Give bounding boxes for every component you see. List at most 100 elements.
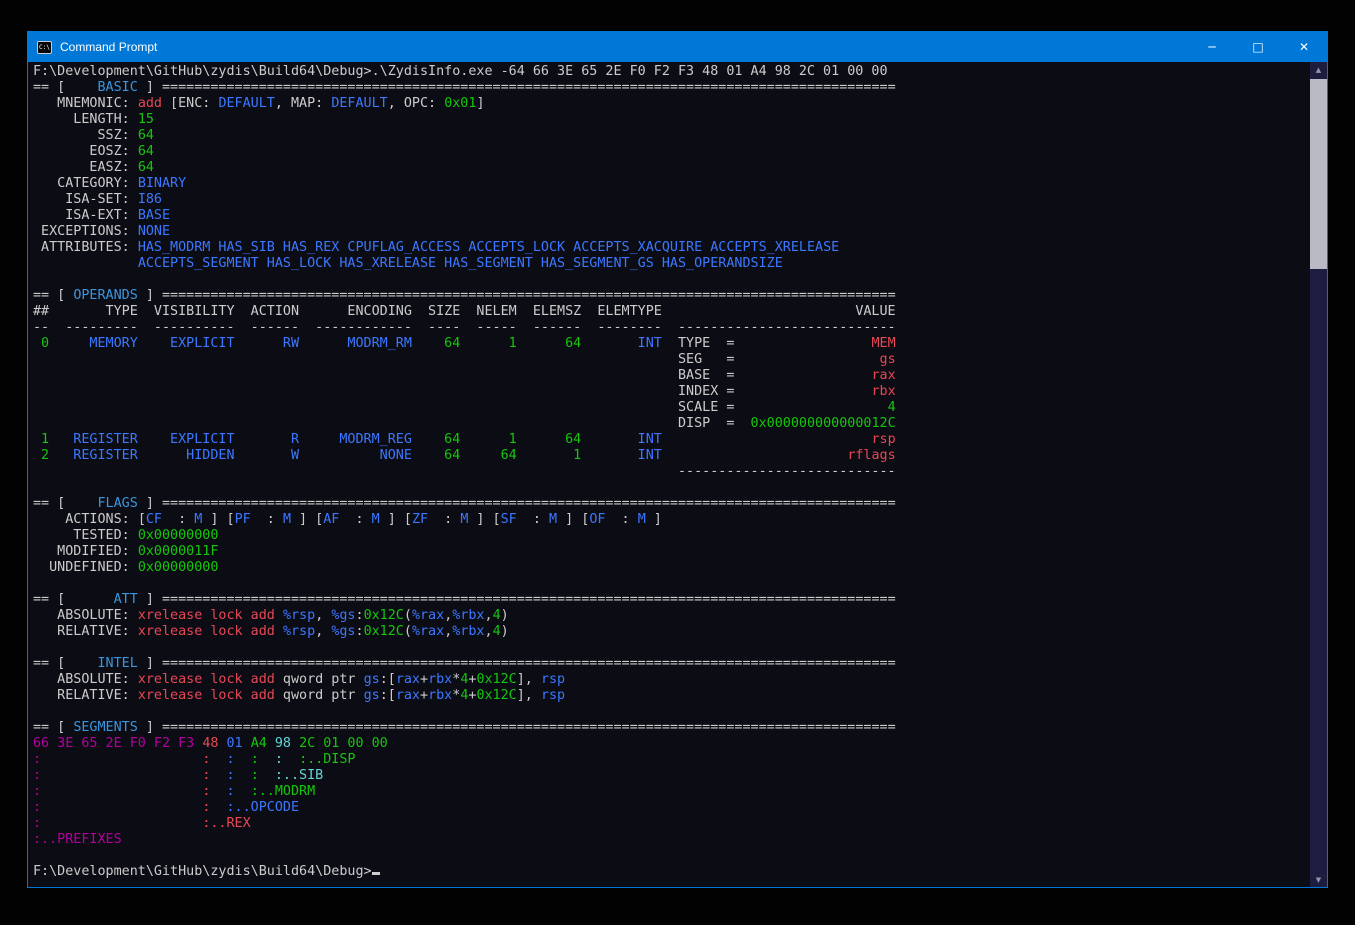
terminal-line: RELATIVE: xrelease lock add %rsp, %gs:0x…: [33, 624, 1310, 640]
terminal-text-segment: BASE =: [678, 368, 734, 383]
maximize-icon: □: [1252, 40, 1263, 54]
terminal-line: [33, 576, 1310, 592]
terminal-text-segment: 64: [138, 128, 154, 143]
terminal-text-segment: DEFAULT: [331, 96, 387, 111]
scroll-down-button[interactable]: ▼: [1310, 872, 1327, 887]
minimize-button[interactable]: ─: [1189, 32, 1235, 62]
terminal-text-segment: [210, 768, 226, 783]
terminal-line: TESTED: 0x00000000: [33, 528, 1310, 544]
maximize-button[interactable]: □: [1235, 32, 1281, 62]
terminal-text-segment: 64: [428, 432, 460, 447]
terminal-text-segment: [41, 752, 202, 767]
terminal-text-segment: [734, 336, 871, 351]
terminal-text-segment: EXCEPTIONS:: [33, 224, 138, 239]
terminal-text-segment: [267, 736, 275, 751]
terminal-text-segment: [41, 816, 202, 831]
terminal-text-segment: OF: [589, 512, 605, 527]
terminal-text-segment: INT: [597, 432, 662, 447]
terminal-text-segment: DISP =: [678, 416, 751, 431]
terminal-text-segment: [41, 768, 202, 783]
terminal-text-segment: M: [372, 512, 380, 527]
scrollbar-thumb[interactable]: [1310, 79, 1327, 269]
terminal-text-segment: rbx: [871, 384, 895, 399]
terminal-text-segment: [235, 336, 251, 351]
terminal-text-segment: FLAGS: [73, 496, 138, 511]
terminal-text-segment: RELATIVE:: [33, 624, 138, 639]
terminal-text-segment: 1: [33, 432, 49, 447]
terminal-text-segment: [299, 336, 315, 351]
terminal-text-segment: :: [251, 752, 259, 767]
terminal-line: == [ FLAGS ] ===========================…: [33, 496, 1310, 512]
terminal-line: == [ INTEL ] ===========================…: [33, 656, 1310, 672]
terminal-text-segment: == [: [33, 496, 73, 511]
terminal-text-segment: ] [: [380, 512, 412, 527]
terminal-text-segment: ========================================…: [162, 656, 896, 671]
terminal-text-segment: 15: [138, 112, 154, 127]
terminal-text-segment: [33, 368, 678, 383]
terminal-text-segment: , OPC:: [388, 96, 444, 111]
terminal-text-segment: ]: [476, 96, 484, 111]
terminal-text-segment: DEFAULT: [218, 96, 274, 111]
terminal-text-segment: REGISTER: [65, 448, 138, 463]
terminal-text-segment: 4: [888, 400, 896, 415]
terminal-text-segment: AF: [323, 512, 339, 527]
terminal-text-segment: [412, 336, 428, 351]
terminal-text-segment: :: [227, 784, 235, 799]
terminal-text-segment: [33, 352, 678, 367]
terminal-line: ATTRIBUTES: HAS_MODRM HAS_SIB HAS_REX CP…: [33, 240, 1310, 256]
terminal-text-segment: xrelease lock add: [138, 608, 275, 623]
terminal-text-segment: :[: [380, 672, 396, 687]
close-icon: ✕: [1299, 40, 1309, 54]
terminal-line: 2 REGISTER HIDDEN W NONE 64 64 1 INT rfl…: [33, 448, 1310, 464]
terminal-text-segment: OPERANDS: [73, 288, 138, 303]
terminal-text-segment: :: [251, 768, 259, 783]
terminal-text-segment: EASZ:: [33, 160, 138, 175]
terminal-text-segment: 64: [138, 144, 154, 159]
terminal-text-segment: (: [404, 624, 412, 639]
terminal-line: ABSOLUTE: xrelease lock add %rsp, %gs:0x…: [33, 608, 1310, 624]
command-prompt-window: C:\ Command Prompt ─ □ ✕ F:\Development\…: [27, 31, 1328, 888]
terminal-text-segment: RELATIVE:: [33, 688, 138, 703]
terminal-text-segment: xrelease lock add: [138, 672, 275, 687]
terminal-text-segment: :: [33, 768, 41, 783]
terminal-text-segment: 64: [428, 448, 460, 463]
terminal-text-segment: ========================================…: [162, 496, 896, 511]
terminal-text-segment: (: [404, 608, 412, 623]
terminal-text-segment: [49, 432, 65, 447]
terminal-text-segment: SEG =: [678, 352, 734, 367]
terminal-text-segment: HAS_MODRM HAS_SIB HAS_REX CPUFLAG_ACCESS…: [138, 240, 839, 255]
terminal-text-segment: add: [138, 96, 162, 111]
terminal-text-segment: :: [275, 752, 283, 767]
terminal-text-segment: [235, 768, 251, 783]
terminal-text-segment: ],: [517, 688, 541, 703]
terminal-text-segment: BINARY: [138, 176, 186, 191]
terminal-text-segment: gs: [364, 688, 380, 703]
terminal-text-segment: [662, 448, 847, 463]
terminal-line: SCALE = 4: [33, 400, 1310, 416]
terminal-text-segment: 66 3E 65 2E F0 F2 F3: [33, 736, 194, 751]
terminal-text-segment: %rbx: [452, 608, 484, 623]
title-bar[interactable]: C:\ Command Prompt ─ □ ✕: [28, 32, 1327, 62]
terminal-text-segment: [235, 784, 251, 799]
terminal-output[interactable]: F:\Development\GitHub\zydis\Build64\Debu…: [28, 62, 1310, 887]
terminal-line: SEG = gs: [33, 352, 1310, 368]
terminal-text-segment: ] [: [468, 512, 500, 527]
terminal-text-segment: [734, 352, 879, 367]
terminal-text-segment: gs: [880, 352, 896, 367]
terminal-text-segment: [517, 336, 533, 351]
terminal-text-segment: 4: [493, 608, 501, 623]
close-button[interactable]: ✕: [1281, 32, 1327, 62]
terminal-text-segment: F:\Development\GitHub\zydis\Build64\Debu…: [33, 864, 372, 879]
scroll-up-button[interactable]: ▲: [1310, 62, 1327, 77]
terminal-text-segment: xrelease lock add: [138, 688, 275, 703]
terminal-text-segment: 48: [202, 736, 218, 751]
terminal-line: [33, 640, 1310, 656]
terminal-line: ACCEPTS_SEGMENT HAS_LOCK HAS_XRELEASE HA…: [33, 256, 1310, 272]
terminal-text-segment: qword ptr: [275, 688, 364, 703]
scrollbar-track[interactable]: [1310, 77, 1327, 872]
terminal-text-segment: [33, 464, 678, 479]
scroll-down-icon: ▼: [1316, 876, 1321, 884]
terminal-text-segment: [235, 752, 251, 767]
terminal-text-segment: NONE: [138, 224, 170, 239]
terminal-text-segment: SEGMENTS: [73, 720, 138, 735]
